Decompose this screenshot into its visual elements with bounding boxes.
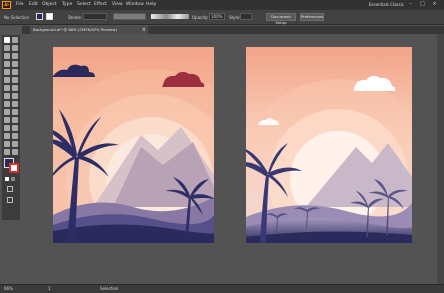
gradient-mode-icon[interactable] bbox=[11, 177, 15, 181]
curvature-tool-icon[interactable] bbox=[12, 53, 18, 59]
tool-grid bbox=[4, 37, 20, 157]
graph-tool-icon[interactable] bbox=[4, 133, 10, 139]
maximize-icon[interactable]: □ bbox=[420, 2, 425, 7]
shaper-tool-icon[interactable] bbox=[4, 77, 10, 83]
preferences-button[interactable]: Preferences bbox=[300, 13, 324, 21]
direct-selection-tool-icon[interactable] bbox=[12, 37, 18, 43]
color-mode-icon[interactable] bbox=[5, 177, 9, 181]
opacity-field[interactable]: 100% bbox=[209, 13, 225, 20]
slice-tool-icon[interactable] bbox=[4, 141, 10, 147]
eraser-tool-icon[interactable] bbox=[4, 85, 10, 91]
selection-status: No Selection bbox=[4, 15, 30, 20]
perspective-grid-tool-icon[interactable] bbox=[4, 109, 10, 115]
artboard-2[interactable] bbox=[246, 47, 412, 243]
rotate-tool-icon[interactable] bbox=[12, 85, 18, 91]
menu-effect[interactable]: Effect bbox=[94, 2, 107, 7]
edit-toolbar-icon[interactable] bbox=[12, 149, 18, 155]
artboard-number[interactable]: 1 bbox=[48, 286, 51, 291]
opacity-value: 100% bbox=[211, 14, 223, 19]
tropical-illustration-colored bbox=[53, 47, 214, 243]
opacity-label: Opacity: bbox=[192, 15, 209, 20]
workspace-switcher[interactable]: Essentials Classic bbox=[369, 2, 404, 7]
graphic-style-picker[interactable] bbox=[240, 13, 252, 20]
document-tab-title: Background.ai* @ 66% (CMYK/GPU Preview) bbox=[33, 27, 117, 32]
tropical-illustration-gradient bbox=[246, 47, 412, 243]
shape-builder-tool-icon[interactable] bbox=[12, 101, 18, 107]
brush-definition[interactable] bbox=[151, 14, 189, 19]
menu-view[interactable]: View bbox=[112, 2, 123, 7]
menu-file[interactable]: File bbox=[16, 2, 24, 7]
variable-width-profile[interactable] bbox=[113, 13, 146, 20]
mesh-tool-icon[interactable] bbox=[12, 109, 18, 115]
artboard-tool-icon[interactable] bbox=[12, 133, 18, 139]
menu-window[interactable]: Window bbox=[126, 2, 144, 7]
menu-edit[interactable]: Edit bbox=[29, 2, 38, 7]
eyedropper-tool-icon[interactable] bbox=[12, 117, 18, 123]
lasso-tool-icon[interactable] bbox=[12, 45, 18, 51]
zoom-tool-icon[interactable] bbox=[4, 149, 10, 155]
scale-tool-icon[interactable] bbox=[4, 93, 10, 99]
style-label: Style: bbox=[229, 15, 241, 20]
artboard-1[interactable] bbox=[53, 47, 214, 243]
zoom-level[interactable]: 66% bbox=[4, 286, 13, 291]
hand-tool-icon[interactable] bbox=[12, 141, 18, 147]
fill-swatch[interactable] bbox=[36, 13, 43, 20]
symbol-sprayer-tool-icon[interactable] bbox=[12, 125, 18, 131]
current-tool-name: Selection bbox=[100, 286, 119, 291]
pencil-tool-icon[interactable] bbox=[12, 77, 18, 83]
blend-tool-icon[interactable] bbox=[4, 125, 10, 131]
vertical-scrollbar[interactable] bbox=[437, 34, 444, 284]
document-setup-button[interactable]: Document Setup bbox=[266, 13, 296, 25]
paintbrush-tool-icon[interactable] bbox=[12, 69, 18, 75]
draw-mode-icon[interactable] bbox=[7, 186, 13, 192]
free-transform-tool-icon[interactable] bbox=[4, 101, 10, 107]
stroke-label: Stroke: bbox=[68, 15, 83, 20]
stroke-weight-field[interactable] bbox=[83, 13, 107, 20]
stroke-color-icon[interactable] bbox=[9, 163, 19, 173]
close-window-icon[interactable]: × bbox=[432, 2, 437, 7]
magic-wand-tool-icon[interactable] bbox=[4, 45, 10, 51]
line-tool-icon[interactable] bbox=[12, 61, 18, 67]
selection-tool-icon[interactable] bbox=[4, 37, 10, 43]
type-tool-icon[interactable] bbox=[4, 61, 10, 67]
rectangle-tool-icon[interactable] bbox=[4, 69, 10, 75]
width-tool-icon[interactable] bbox=[12, 93, 18, 99]
stroke-swatch[interactable] bbox=[46, 13, 53, 20]
gradient-tool-icon[interactable] bbox=[4, 117, 10, 123]
screen-mode-icon[interactable] bbox=[7, 197, 13, 203]
minimize-icon[interactable]: – bbox=[408, 2, 413, 7]
menu-help[interactable]: Help bbox=[146, 2, 156, 7]
close-tab-icon[interactable]: × bbox=[142, 26, 146, 34]
menu-select[interactable]: Select bbox=[77, 2, 91, 7]
menu-bar: Ai File Edit Object Type Select Effect V… bbox=[0, 0, 444, 10]
menu-object[interactable]: Object bbox=[42, 2, 57, 7]
document-tab[interactable]: Background.ai* @ 66% (CMYK/GPU Preview) … bbox=[30, 26, 148, 34]
menu-type[interactable]: Type bbox=[62, 2, 72, 7]
app-logo: Ai bbox=[2, 1, 11, 9]
pen-tool-icon[interactable] bbox=[4, 53, 10, 59]
